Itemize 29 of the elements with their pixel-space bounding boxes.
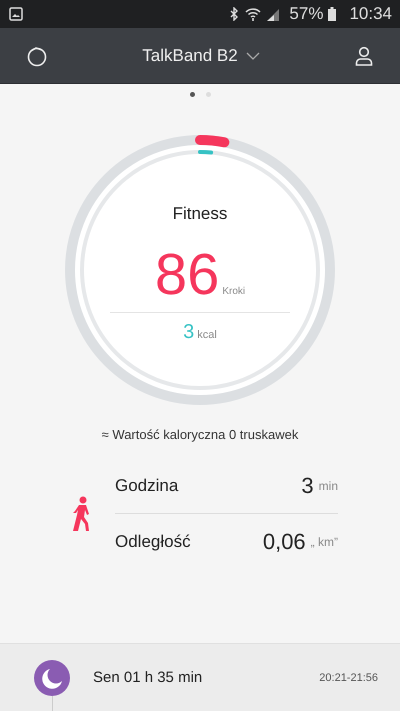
device-name[interactable]: TalkBand B2 (142, 46, 238, 66)
sleep-panel[interactable]: Sen 01 h 35 min 20:21-21:56 (0, 643, 400, 711)
steps-count: 86 (154, 244, 220, 306)
kcal-unit: kcal (197, 329, 217, 341)
profile-icon[interactable] (354, 46, 374, 66)
stat-label: Godzina (115, 476, 180, 496)
stat-label: Odległość (115, 532, 192, 552)
sleep-time-range: 20:21-21:56 (319, 672, 378, 684)
steps-unit: Kroki (222, 286, 246, 297)
battery-percent: 57% (289, 4, 324, 24)
band-icon[interactable] (26, 44, 48, 66)
battery-icon (328, 7, 336, 21)
calorie-note: ≈ Wartość kaloryczna 0 truskawek (102, 427, 298, 442)
fitness-title: Fitness (172, 204, 228, 224)
signal-icon (266, 7, 280, 21)
wifi-icon (245, 7, 262, 21)
page-indicator-dot[interactable] (190, 92, 194, 97)
stat-value: 0,06 (262, 528, 306, 554)
moon-icon (34, 660, 70, 696)
stat-unit: min (318, 478, 338, 492)
clock-time: 10:34 (349, 4, 392, 24)
stat-value: 3 (301, 472, 314, 498)
stat-unit: „ km” (310, 534, 338, 548)
kcal-count: 3 (183, 321, 194, 344)
page-indicator-dot[interactable] (206, 92, 210, 97)
bluetooth-icon (228, 7, 240, 21)
gallery-icon (9, 7, 23, 21)
sleep-duration: Sen 01 h 35 min (93, 669, 204, 686)
chevron-icon[interactable] (246, 52, 260, 60)
